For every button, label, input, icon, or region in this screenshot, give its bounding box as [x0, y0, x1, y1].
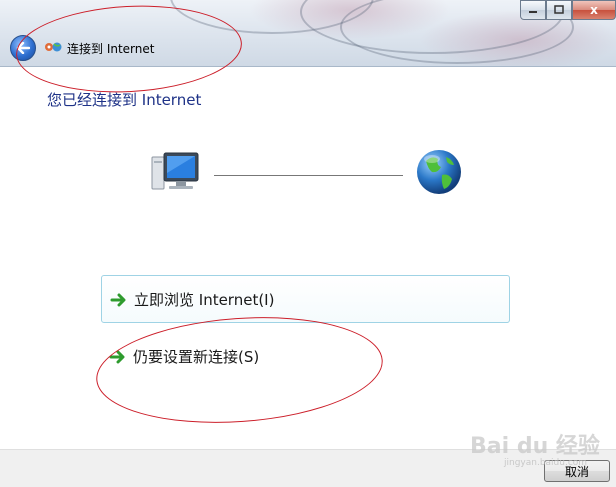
network-icon — [44, 39, 62, 55]
browse-internet-label: 立即浏览 Internet(I) — [134, 290, 275, 309]
setup-new-connection-label: 仍要设置新连接(S) — [133, 347, 260, 366]
back-arrow-icon — [16, 39, 31, 58]
title-bar: x 连接到 Internet — [0, 0, 616, 67]
connection-line — [214, 175, 403, 176]
close-button[interactable]: x — [572, 0, 616, 20]
close-icon: x — [590, 3, 598, 17]
minimize-button[interactable] — [520, 0, 546, 20]
dialog-window: x 连接到 Internet 您已经连接到 Internet 立即浏览 Inte… — [0, 0, 616, 487]
computer-icon — [150, 151, 202, 195]
green-arrow-icon — [110, 292, 128, 307]
main-content: 您已经连接到 Internet 立即浏览 Internet(I) 仍要设置新连接… — [0, 67, 616, 449]
watermark-main: Bai du 经验 — [470, 434, 600, 459]
back-button[interactable] — [10, 35, 36, 61]
window-title: 连接到 Internet — [67, 42, 155, 56]
minimize-icon — [528, 3, 538, 17]
maximize-icon — [554, 3, 564, 17]
green-arrow-icon — [109, 349, 127, 364]
setup-new-connection-link[interactable]: 仍要设置新连接(S) — [101, 333, 510, 379]
maximize-button[interactable] — [546, 0, 572, 20]
page-heading: 您已经连接到 Internet — [47, 91, 202, 109]
browse-internet-link[interactable]: 立即浏览 Internet(I) — [101, 275, 510, 323]
globe-icon — [414, 147, 464, 197]
watermark: Bai du 经验 jingyan.baidu.com — [470, 428, 600, 472]
watermark-sub: jingyan.baidu.com — [504, 458, 588, 468]
